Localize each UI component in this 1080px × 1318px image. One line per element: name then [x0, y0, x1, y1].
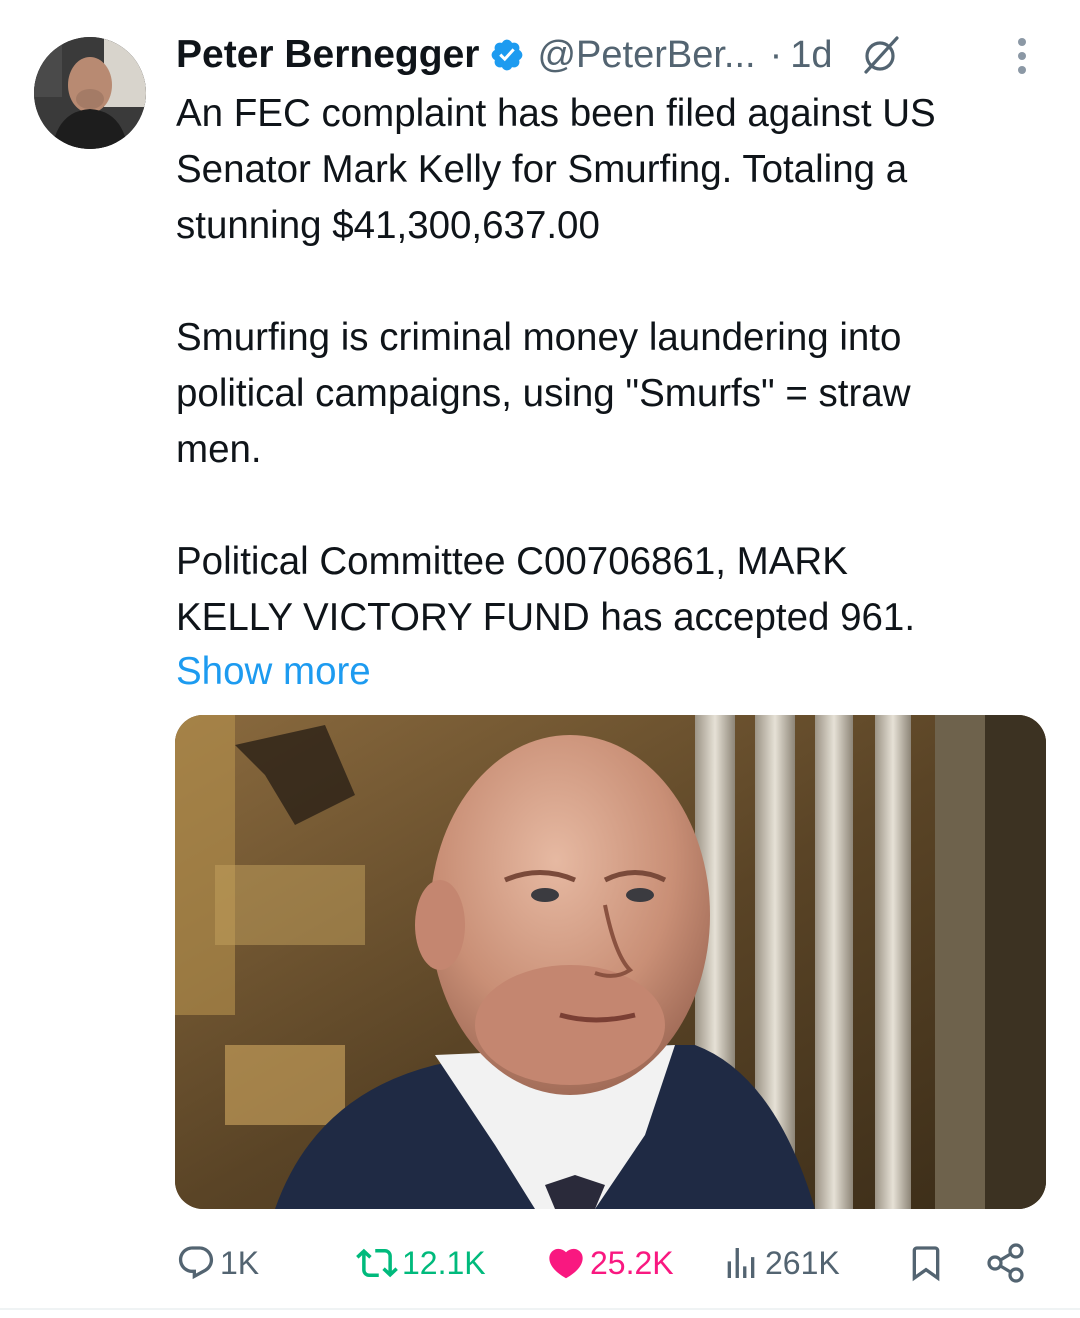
share-icon	[987, 1243, 1024, 1283]
retweet-icon	[356, 1248, 398, 1278]
views-button[interactable]: 261K	[721, 1236, 840, 1290]
like-count: 25.2K	[590, 1244, 674, 1281]
bookmark-button[interactable]	[906, 1236, 946, 1290]
tweet-actions: 1K 12.1K 25.2K 261K	[176, 1236, 1036, 1290]
show-more-link[interactable]: Show more	[176, 644, 371, 700]
bookmark-icon	[912, 1246, 940, 1282]
separator-dot: ·	[769, 33, 783, 76]
retweet-count: 12.1K	[402, 1244, 486, 1281]
share-button[interactable]	[984, 1236, 1028, 1290]
views-count: 261K	[765, 1244, 840, 1281]
tweet-header: Peter Bernegger @PeterBer... · 1d	[176, 28, 1036, 82]
tweet-divider	[0, 1308, 1080, 1310]
more-vertical-icon[interactable]	[1010, 36, 1034, 76]
reply-button[interactable]: 1K	[176, 1236, 259, 1290]
views-icon	[727, 1248, 755, 1278]
author-name[interactable]: Peter Bernegger	[176, 33, 479, 77]
verified-badge-icon	[492, 39, 523, 71]
timestamp[interactable]: 1d	[790, 34, 832, 77]
tweet-text: An FEC complaint has been filed against …	[176, 92, 936, 639]
grok-icon[interactable]	[857, 32, 903, 78]
reply-icon	[178, 1246, 214, 1280]
avatar[interactable]	[34, 37, 146, 149]
heart-filled-icon	[549, 1248, 583, 1279]
reply-count: 1K	[220, 1244, 260, 1281]
author-handle[interactable]: @PeterBer...	[537, 34, 755, 77]
tweet-photo[interactable]	[175, 715, 1046, 1209]
retweet-button[interactable]: 12.1K	[356, 1236, 486, 1290]
like-button[interactable]: 25.2K	[546, 1236, 674, 1290]
